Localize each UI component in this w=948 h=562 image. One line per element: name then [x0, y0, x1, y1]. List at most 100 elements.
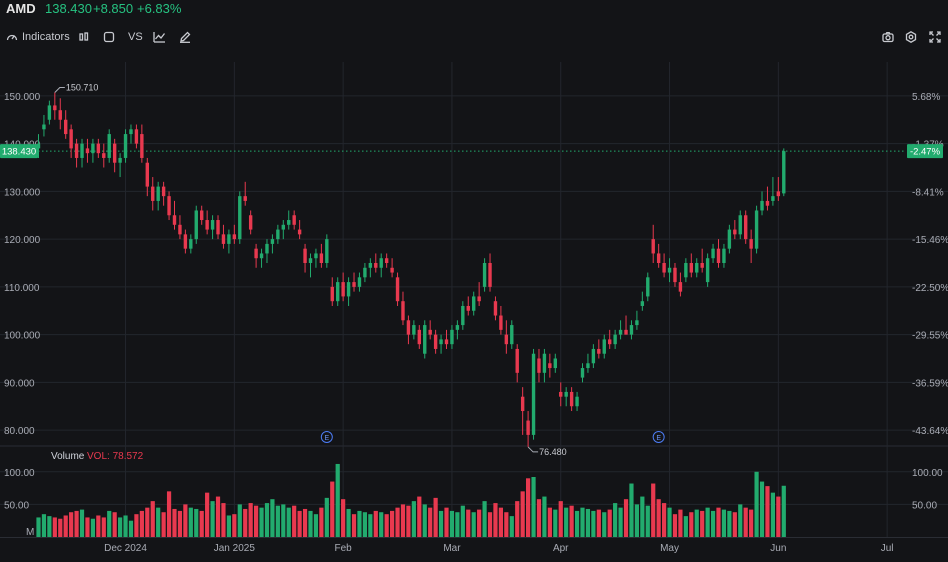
volume-bar: [667, 507, 672, 537]
volume-bar: [275, 505, 280, 537]
volume-bar: [205, 492, 210, 537]
volume-bar: [536, 499, 542, 537]
candle-body: [569, 391, 574, 407]
candle-body: [292, 215, 296, 225]
volume-bar: [69, 512, 74, 537]
candle-body: [85, 148, 90, 154]
candle-body: [646, 277, 650, 297]
candle-body: [520, 396, 525, 412]
candle-body: [406, 320, 411, 335]
volume-bar: [623, 499, 629, 537]
volume-bar: [520, 491, 525, 537]
time-axis-tick: May: [660, 543, 679, 554]
candle-body: [575, 396, 579, 407]
candle-body: [303, 248, 307, 263]
candle-body: [433, 334, 438, 349]
candle-body: [308, 258, 313, 263]
volume-bar: [384, 514, 389, 537]
volume-bar: [96, 515, 101, 537]
candle-body: [330, 286, 334, 302]
volume-bar: [232, 514, 237, 537]
candle-body: [156, 186, 160, 201]
volume-bar: [602, 512, 607, 537]
volume-bar: [373, 510, 378, 537]
high-annotation-leader: [54, 86, 65, 93]
volume-bar: [362, 512, 367, 537]
candle-body: [134, 129, 139, 144]
candle-body: [466, 305, 470, 311]
volume-bar: [107, 510, 112, 537]
volume-bar: [449, 510, 455, 537]
candle-body: [493, 301, 498, 316]
volume-bar: [357, 510, 362, 537]
volume-bar: [574, 510, 580, 537]
candle-body: [74, 143, 79, 158]
candle-body: [765, 200, 770, 206]
volume-bar: [428, 507, 433, 537]
volume-bar: [118, 517, 123, 537]
candle-body: [314, 253, 318, 259]
volume-bar: [172, 508, 177, 537]
volume-bar: [101, 517, 106, 537]
volume-bar: [493, 503, 498, 537]
candle-body: [771, 196, 775, 201]
candle-body: [172, 215, 177, 225]
candle-body: [53, 105, 57, 111]
candle-body: [689, 263, 693, 273]
volume-bar: [221, 503, 226, 537]
candle-body: [618, 329, 623, 335]
candle-body: [287, 220, 291, 225]
candle-body: [722, 248, 726, 263]
candle-body: [281, 224, 285, 230]
volume-bar: [694, 509, 699, 537]
candle-body: [325, 239, 329, 263]
price-chart[interactable]: 150.0005.68%140.000-1.37%130.000-8.41%12…: [0, 0, 948, 562]
volume-bar: [52, 517, 57, 537]
volume-bar: [145, 507, 150, 537]
volume-bar: [531, 477, 536, 537]
candle-body: [232, 234, 237, 240]
volume-bar: [406, 505, 411, 537]
volume-bar: [183, 504, 188, 537]
volume-bar: [640, 496, 645, 537]
candle-body: [417, 329, 421, 345]
price-axis-tick: 150.000: [4, 92, 41, 103]
volume-bar: [455, 512, 460, 537]
candle-body: [161, 186, 166, 197]
volume-bar: [215, 496, 221, 537]
volume-bar: [351, 514, 357, 537]
volume-bar: [177, 510, 183, 537]
volume-bar: [618, 507, 623, 537]
candle-body: [221, 234, 226, 244]
candle-body: [69, 129, 73, 149]
volume-bar: [400, 504, 406, 537]
candle-body: [390, 267, 394, 273]
volume-bar: [564, 507, 569, 537]
candle-body: [352, 282, 356, 287]
volume-bar: [134, 514, 139, 537]
candle-body: [531, 353, 536, 435]
candle-body: [727, 229, 732, 249]
candle-body: [80, 143, 84, 158]
volume-bar: [243, 508, 248, 537]
earnings-marker-label: E: [656, 435, 661, 442]
candle-body: [744, 215, 748, 240]
candle-body: [91, 143, 95, 154]
candle-body: [684, 263, 688, 278]
candle-body: [488, 263, 492, 287]
volume-bar: [705, 507, 710, 537]
volume-bar: [727, 510, 732, 537]
volume-bar: [591, 510, 596, 537]
candle-body: [102, 153, 106, 158]
candle-body: [776, 191, 781, 197]
candle-body: [597, 348, 601, 354]
volume-bar: [63, 515, 68, 537]
price-axis-tick: 90.000: [4, 378, 35, 389]
candle-body: [760, 200, 764, 211]
candle-body: [656, 253, 661, 263]
volume-bar: [700, 510, 705, 537]
candle-body: [461, 305, 465, 326]
volume-bar: [444, 507, 449, 537]
candle-body: [591, 348, 596, 364]
volume-bar: [721, 509, 727, 537]
